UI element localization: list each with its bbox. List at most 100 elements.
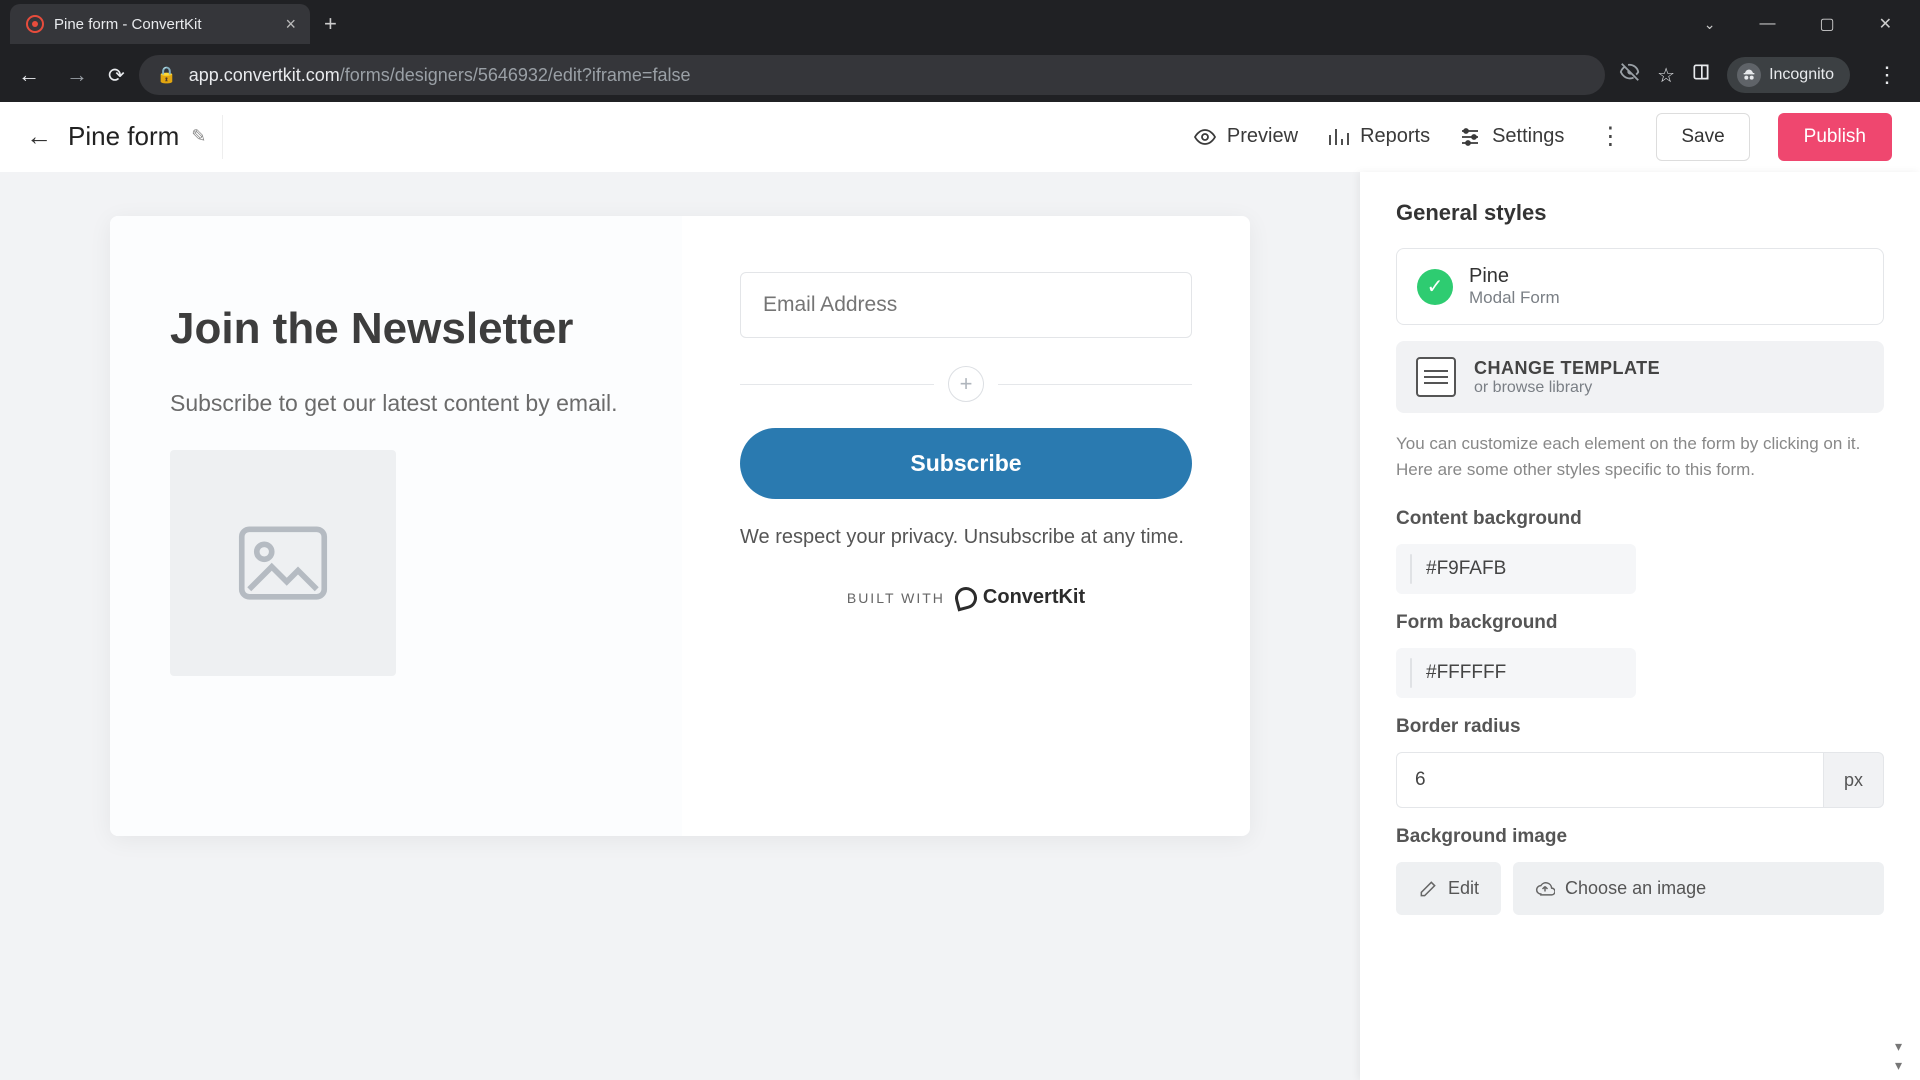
new-tab-button[interactable]: + [310,11,351,37]
add-field-divider: + [740,366,1192,402]
url-path: /forms/designers/5646932/edit?iframe=fal… [340,65,691,85]
reports-button[interactable]: Reports [1326,125,1430,149]
content-bg-swatch[interactable] [1410,554,1412,584]
form-name-container: Pine form ✎ [68,121,206,152]
tab-title: Pine form - ConvertKit [54,16,202,33]
change-template-title: CHANGE TEMPLATE [1474,358,1660,379]
incognito-label: Incognito [1769,66,1834,84]
divider-line [740,384,934,385]
url-field[interactable]: 🔒 app.convertkit.com/forms/designers/564… [139,55,1605,95]
panel-scroll-indicator: ▾ ▾ [1895,1038,1902,1074]
form-bg-picker[interactable] [1396,648,1636,698]
header-actions: Preview Reports Settings ⋮ Save Publish [1165,113,1892,161]
forward-icon: → [60,58,94,92]
bg-image-buttons: Edit Choose an image [1396,862,1884,915]
panel-title: General styles [1360,172,1920,248]
convertkit-mark-icon [952,584,979,611]
more-menu-icon[interactable]: ⋮ [1592,122,1628,151]
settings-label: Settings [1492,125,1564,148]
border-radius-unit: px [1823,752,1884,808]
form-left-panel[interactable]: Join the Newsletter Subscribe to get our… [110,216,682,836]
address-bar: ← → ⟳ 🔒 app.convertkit.com/forms/designe… [0,48,1920,102]
email-input[interactable] [740,272,1192,338]
workspace: Join the Newsletter Subscribe to get our… [0,172,1920,1080]
close-tab-icon[interactable]: × [285,14,296,35]
border-radius-row: px [1396,752,1884,808]
form-subheading[interactable]: Subscribe to get our latest content by e… [170,387,622,420]
incognito-badge[interactable]: Incognito [1727,57,1850,93]
publish-button[interactable]: Publish [1778,113,1892,161]
change-template-sub: or browse library [1474,379,1660,397]
form-name: Pine form [68,121,179,152]
browser-menu-icon[interactable]: ⋮ [1866,62,1908,88]
brand-name: ConvertKit [983,586,1085,609]
content-bg-label: Content background [1396,508,1884,530]
styles-panel: General styles ✓ Pine Modal Form CHANGE … [1360,172,1920,1080]
tab-favicon-icon [26,15,44,33]
form-bg-label: Form background [1396,612,1884,634]
browser-chrome: Pine form - ConvertKit × + ⌄ ― ▢ ✕ ← → ⟳… [0,0,1920,102]
convertkit-logo: ConvertKit [955,586,1085,609]
bookmark-star-icon[interactable]: ☆ [1657,63,1675,88]
add-field-button[interactable]: + [948,366,984,402]
built-with-prefix: BUILT WITH [847,590,945,606]
window-controls: ⌄ ― ▢ ✕ [1686,4,1920,44]
reports-label: Reports [1360,125,1430,148]
image-placeholder[interactable] [170,450,396,676]
template-name: Pine [1469,265,1560,288]
template-library-icon [1416,357,1456,397]
sliders-icon [1458,125,1482,149]
choose-image-label: Choose an image [1565,878,1706,899]
built-with-badge[interactable]: BUILT WITH ConvertKit [740,586,1192,609]
incognito-icon [1737,63,1761,87]
header-divider [222,115,223,159]
subscribe-button[interactable]: Subscribe [740,428,1192,499]
app-header: ← Pine form ✎ Preview Reports Settings ⋮… [0,102,1920,172]
minimize-icon[interactable]: ― [1741,5,1793,43]
eye-off-icon[interactable] [1619,61,1641,89]
pencil-icon [1418,879,1438,899]
back-icon[interactable]: ← [12,58,46,92]
current-template-card[interactable]: ✓ Pine Modal Form [1396,248,1884,325]
lock-icon: 🔒 [157,65,177,85]
chevron-down-icon: ▾ [1895,1038,1902,1055]
form-canvas[interactable]: Join the Newsletter Subscribe to get our… [0,172,1360,1080]
form-bg-swatch[interactable] [1410,658,1412,688]
maximize-icon[interactable]: ▢ [1801,4,1852,44]
panel-body[interactable]: ✓ Pine Modal Form CHANGE TEMPLATE or bro… [1360,248,1920,1080]
extensions-icon[interactable] [1691,62,1711,88]
check-icon: ✓ [1417,269,1453,305]
save-button[interactable]: Save [1656,113,1749,161]
form-bg-value[interactable] [1426,662,1671,684]
tabs-dropdown-icon[interactable]: ⌄ [1686,6,1734,43]
panel-help-text: You can customize each element on the fo… [1396,431,1884,482]
back-arrow-button[interactable]: ← [18,115,68,158]
app-root: ← Pine form ✎ Preview Reports Settings ⋮… [0,102,1920,1080]
content-bg-picker[interactable] [1396,544,1636,594]
bar-chart-icon [1326,125,1350,149]
edit-image-button[interactable]: Edit [1396,862,1501,915]
tab-bar: Pine form - ConvertKit × + ⌄ ― ▢ ✕ [0,0,1920,48]
edit-name-icon[interactable]: ✎ [191,126,206,147]
form-heading[interactable]: Join the Newsletter [170,304,622,355]
content-bg-value[interactable] [1426,558,1671,580]
choose-image-button[interactable]: Choose an image [1513,862,1884,915]
bg-image-label: Background image [1396,826,1884,848]
reload-icon[interactable]: ⟳ [108,63,125,88]
edit-image-label: Edit [1448,878,1479,899]
close-window-icon[interactable]: ✕ [1861,4,1910,44]
form-right-panel[interactable]: + Subscribe We respect your privacy. Uns… [682,216,1250,836]
border-radius-input[interactable] [1396,752,1823,808]
preview-button[interactable]: Preview [1193,125,1298,149]
eye-icon [1193,125,1217,149]
preview-label: Preview [1227,125,1298,148]
border-radius-label: Border radius [1396,716,1884,738]
cloud-upload-icon [1535,879,1555,899]
image-icon [238,525,328,601]
browser-tab[interactable]: Pine form - ConvertKit × [10,4,310,44]
form-preview-card[interactable]: Join the Newsletter Subscribe to get our… [110,216,1250,836]
privacy-text[interactable]: We respect your privacy. Unsubscribe at … [740,523,1192,552]
template-type: Modal Form [1469,288,1560,308]
settings-button[interactable]: Settings [1458,125,1564,149]
change-template-button[interactable]: CHANGE TEMPLATE or browse library [1396,341,1884,413]
